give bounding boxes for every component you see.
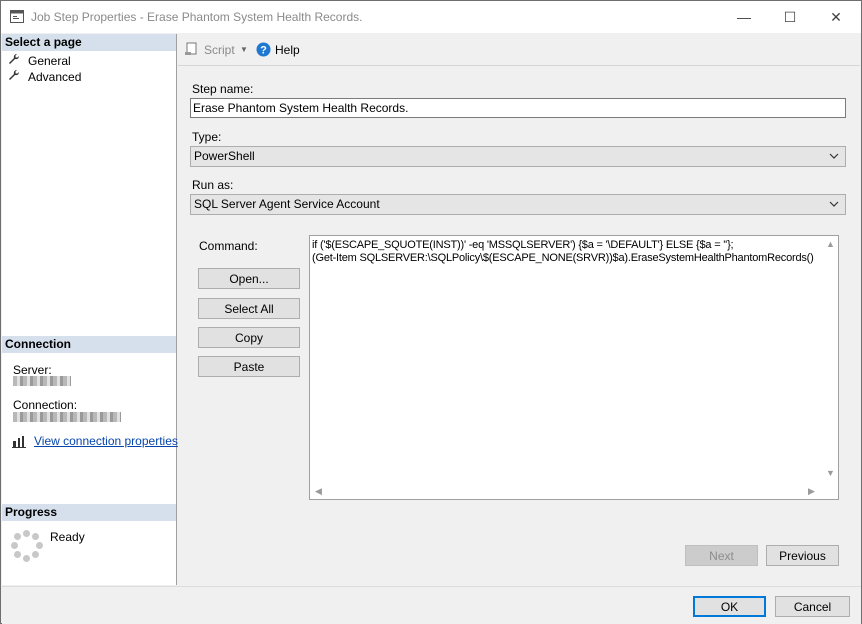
- server-value-redacted: [13, 376, 71, 386]
- copy-button[interactable]: Copy: [198, 327, 300, 348]
- minimize-icon: —: [737, 9, 751, 25]
- window-title: Job Step Properties - Erase Phantom Syst…: [31, 10, 363, 24]
- progress-header: Progress: [2, 504, 176, 521]
- progress-spinner-icon: [11, 530, 43, 562]
- run-as-label: Run as:: [192, 178, 234, 192]
- job-step-properties-window: Job Step Properties - Erase Phantom Syst…: [0, 0, 862, 624]
- command-label: Command:: [199, 239, 258, 253]
- connection-properties-icon: [12, 435, 28, 452]
- maximize-icon: ☐: [783, 9, 797, 25]
- minimize-button[interactable]: —: [721, 1, 767, 33]
- scroll-down-icon[interactable]: ▼: [826, 468, 835, 478]
- type-label: Type:: [192, 130, 222, 144]
- cancel-button[interactable]: Cancel: [775, 596, 850, 617]
- wrench-icon: [8, 69, 22, 84]
- previous-button[interactable]: Previous: [766, 545, 839, 566]
- horizontal-scrollbar[interactable]: ◀ ▶: [310, 483, 822, 499]
- ok-button[interactable]: OK: [693, 596, 766, 617]
- sidebar: Select a page General Advanced Connectio…: [2, 34, 178, 585]
- next-button[interactable]: Next: [685, 545, 758, 566]
- step-name-input[interactable]: Erase Phantom System Health Records.: [190, 98, 846, 118]
- window-icon: [10, 10, 24, 26]
- scroll-left-icon[interactable]: ◀: [315, 486, 322, 497]
- run-as-select[interactable]: SQL Server Agent Service Account: [190, 194, 846, 215]
- title-bar: Job Step Properties - Erase Phantom Syst…: [1, 1, 861, 33]
- script-button[interactable]: Script: [204, 43, 235, 57]
- svg-text:?: ?: [260, 45, 267, 57]
- sidebar-item-advanced[interactable]: Advanced: [8, 69, 81, 84]
- script-icon: [185, 42, 199, 59]
- type-select[interactable]: PowerShell: [190, 146, 846, 167]
- help-button[interactable]: Help: [275, 43, 300, 57]
- help-icon: ?: [256, 42, 271, 60]
- sidebar-item-label: General: [28, 54, 71, 68]
- progress-status: Ready: [50, 530, 85, 544]
- command-line-1: if ('$(ESCAPE_SQUOTE(INST))' -eq 'MSSQLS…: [312, 239, 734, 251]
- maximize-button[interactable]: ☐: [767, 1, 813, 33]
- step-name-label: Step name:: [192, 82, 254, 96]
- select-page-header: Select a page: [2, 34, 176, 51]
- scroll-up-icon[interactable]: ▲: [826, 239, 835, 249]
- toolbar: Script ▼ ? Help: [178, 35, 860, 66]
- connection-value-redacted: [13, 412, 121, 422]
- wrench-icon: [8, 53, 22, 68]
- close-icon: ✕: [830, 9, 842, 25]
- close-button[interactable]: ✕: [813, 1, 859, 33]
- paste-button[interactable]: Paste: [198, 356, 300, 377]
- vertical-scrollbar[interactable]: ▲ ▼: [822, 236, 838, 483]
- command-textarea[interactable]: if ('$(ESCAPE_SQUOTE(INST))' -eq 'MSSQLS…: [309, 235, 839, 500]
- open-button[interactable]: Open...: [198, 268, 300, 289]
- run-as-select-value: SQL Server Agent Service Account: [194, 197, 380, 211]
- chevron-down-icon: [829, 147, 839, 173]
- sidebar-item-label: Advanced: [28, 70, 82, 84]
- script-dropdown-icon[interactable]: ▼: [240, 45, 248, 54]
- type-select-value: PowerShell: [194, 149, 255, 163]
- chevron-down-icon: [829, 195, 839, 221]
- scroll-right-icon[interactable]: ▶: [808, 486, 815, 497]
- select-all-button[interactable]: Select All: [198, 298, 300, 319]
- server-label: Server:: [13, 363, 52, 377]
- view-connection-properties-link[interactable]: View connection properties: [34, 434, 178, 448]
- command-line-2: (Get-Item SQLSERVER:\SQLPolicy\$(ESCAPE_…: [312, 252, 814, 264]
- sidebar-item-general[interactable]: General: [8, 53, 71, 68]
- connection-label: Connection:: [13, 398, 78, 412]
- connection-header: Connection: [2, 336, 176, 353]
